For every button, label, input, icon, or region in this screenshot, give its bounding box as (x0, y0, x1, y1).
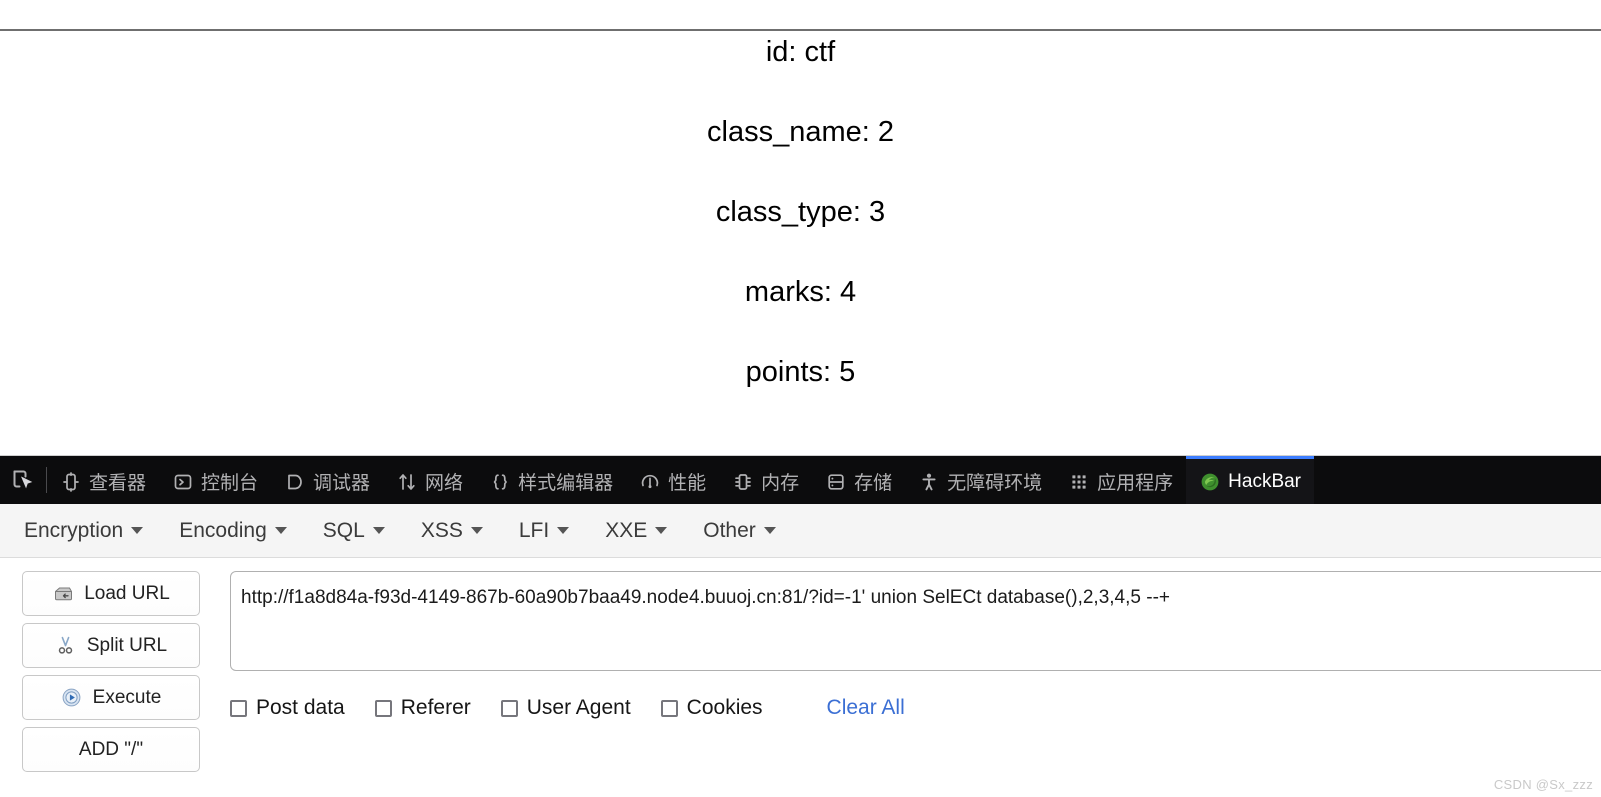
menu-encoding[interactable]: Encoding (179, 519, 309, 543)
browser-page-viewport: id: ctf class_name: 2 class_type: 3 marks: … (0, 0, 1601, 455)
tab-label: 查看器 (89, 473, 147, 494)
menu-label: XSS (420, 518, 463, 542)
load-url-button[interactable]: Load URL (22, 571, 200, 616)
checkbox-post-data[interactable]: Post data (230, 696, 345, 720)
tab-network[interactable]: 网络 (383, 456, 476, 504)
split-url-button[interactable]: Split URL (22, 623, 200, 668)
checkbox-referer[interactable]: Referer (374, 696, 471, 720)
checkbox-user-agent[interactable]: User Agent (500, 696, 631, 720)
chevron-down-icon (763, 527, 776, 534)
tab-accessibility[interactable]: 无障碍环境 (905, 456, 1055, 504)
menu-label: LFI (518, 518, 550, 542)
devtools-panel: 查看器 控制台 调试器 网络 样式编辑器 性能 内存 存储 无障碍环境 应用程序 HackBar E… (0, 455, 1601, 797)
hackbar-body: Load URL Split URL Execute ADD "/" http://f… (0, 558, 1601, 797)
checkbox-box[interactable] (374, 699, 392, 717)
menu-label: SQL (322, 518, 365, 542)
button-label: Split URL (86, 634, 168, 656)
chevron-down-icon (470, 527, 483, 534)
screen: id: ctf class_name: 2 class_type: 3 marks: … (0, 0, 1601, 797)
menu-label: Encryption (24, 518, 124, 542)
checkbox-box[interactable] (230, 699, 247, 717)
tab-style-editor[interactable]: 样式编辑器 (476, 456, 626, 504)
page-result-line: points: 5 (745, 356, 856, 388)
tab-application[interactable]: 应用程序 (1055, 456, 1186, 504)
chevron-down-icon (131, 527, 144, 534)
load-url-icon (52, 583, 74, 605)
storage-icon (825, 471, 847, 493)
hackbar-input-area: http://f1a8d84a-f93d-4149-867b-60a90b7ba… (200, 571, 1601, 797)
hackbar-options-row: Post data Referer User Agent Cookies Clear A… (230, 696, 1601, 720)
tab-label: 存储 (854, 473, 893, 494)
tab-label: 控制台 (201, 473, 259, 494)
checkbox-label: Referer (400, 696, 471, 719)
chevron-down-icon (655, 527, 668, 534)
button-label: Load URL (84, 582, 170, 604)
tab-storage[interactable]: 存储 (812, 456, 905, 504)
tab-performance[interactable]: 性能 (626, 456, 719, 504)
button-label: Execute (92, 686, 162, 708)
tab-console[interactable]: 控制台 (159, 456, 271, 504)
tab-debugger[interactable]: 调试器 (271, 456, 383, 504)
menu-label: Encoding (179, 518, 267, 542)
execute-button[interactable]: Execute (22, 675, 200, 720)
execute-play-icon (61, 687, 83, 709)
accessibility-icon (918, 471, 940, 493)
menu-label: XXE (605, 518, 648, 542)
clear-all-link[interactable]: Clear All (827, 696, 905, 720)
horizontal-rule (0, 29, 1601, 31)
hackbar-firefox-icon (1199, 471, 1221, 493)
page-result-line: marks: 4 (744, 276, 857, 308)
sql-injection-result-list: id: ctf class_name: 2 class_type: 3 marks: … (0, 38, 1601, 438)
hackbar-menubar: Encryption Encoding SQL XSS LFI XXE Other (0, 504, 1601, 558)
chevron-down-icon (274, 527, 287, 534)
checkbox-cookies[interactable]: Cookies (660, 696, 763, 720)
inspector-icon (60, 471, 82, 493)
checkbox-label: User Agent (526, 696, 631, 719)
split-url-icon (55, 635, 77, 657)
tab-label: 调试器 (313, 473, 371, 494)
checkbox-label: Cookies (686, 696, 763, 719)
element-picker-icon (13, 470, 33, 489)
devtools-tab-strip: 查看器 控制台 调试器 网络 样式编辑器 性能 内存 存储 无障碍环境 应用程序 HackBar (0, 456, 1601, 504)
menu-lfi[interactable]: LFI (519, 519, 591, 543)
console-icon (172, 471, 194, 493)
menu-other[interactable]: Other (703, 519, 798, 543)
performance-icon (639, 471, 661, 493)
application-grid-icon (1068, 471, 1090, 493)
tab-label: HackBar (1228, 470, 1302, 492)
page-result-line: class_name: 2 (707, 116, 894, 148)
memory-icon (732, 471, 754, 493)
debugger-icon (284, 471, 306, 493)
network-arrows-icon (396, 471, 418, 493)
checkbox-box[interactable] (500, 699, 518, 717)
button-label: ADD "/" (78, 738, 144, 760)
tab-label: 样式编辑器 (518, 473, 614, 494)
chevron-down-icon (372, 527, 385, 534)
add-slash-button[interactable]: ADD "/" (22, 727, 200, 772)
menu-xxe[interactable]: XXE (605, 519, 689, 543)
tab-label: 性能 (668, 473, 707, 494)
checkbox-label: Post data (256, 696, 345, 719)
menu-encryption[interactable]: Encryption (24, 519, 165, 543)
style-editor-icon (489, 471, 511, 493)
chevron-down-icon (557, 527, 570, 534)
tab-label: 应用程序 (1097, 473, 1174, 494)
url-input[interactable]: http://f1a8d84a-f93d-4149-867b-60a90b7ba… (230, 571, 1601, 671)
menu-xss[interactable]: XSS (421, 519, 505, 543)
page-result-line: class_type: 3 (715, 196, 886, 228)
menu-label: Other (703, 518, 756, 542)
tab-hackbar[interactable]: HackBar (1186, 456, 1315, 504)
page-result-line: id: ctf (765, 36, 836, 68)
tab-label: 内存 (761, 473, 800, 494)
menu-sql[interactable]: SQL (323, 519, 407, 543)
checkbox-box[interactable] (660, 699, 678, 717)
tab-label: 网络 (425, 473, 464, 494)
tab-label: 无障碍环境 (947, 473, 1043, 494)
watermark: CSDN @Sx_zzz (1493, 777, 1593, 792)
tab-memory[interactable]: 内存 (719, 456, 812, 504)
element-picker-button[interactable] (0, 456, 46, 504)
hackbar-action-buttons: Load URL Split URL Execute ADD "/" (0, 571, 200, 797)
tab-inspector[interactable]: 查看器 (47, 456, 159, 504)
